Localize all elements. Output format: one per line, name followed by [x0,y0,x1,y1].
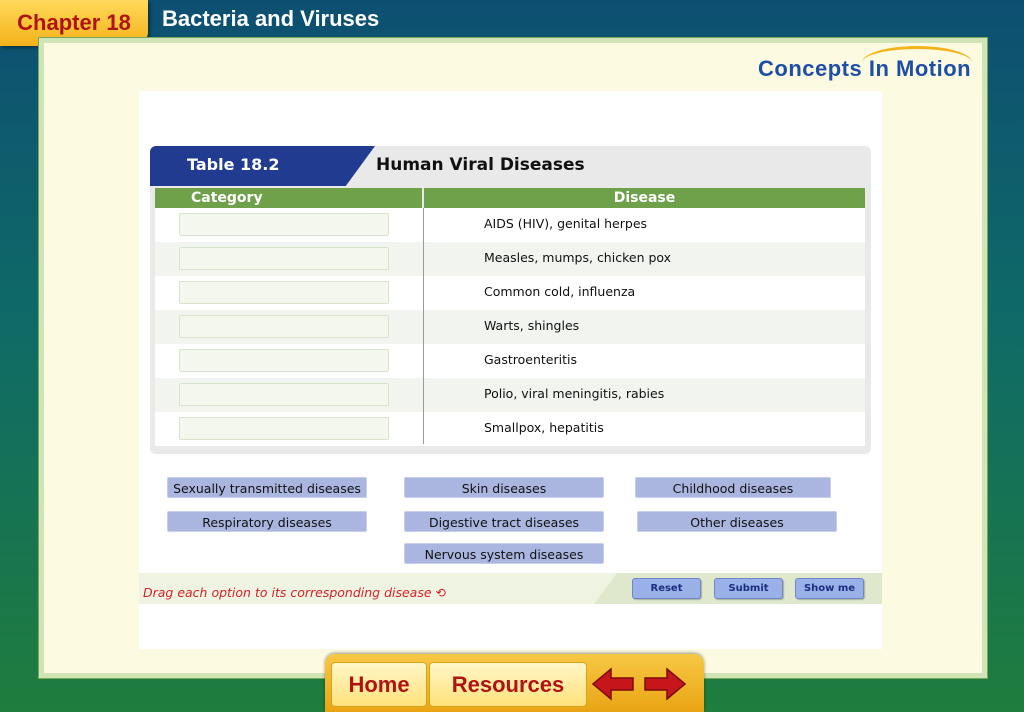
table-title: Human Viral Diseases [376,155,585,175]
disease-table: Table 18.2 Human Viral Diseases Category… [150,146,871,454]
resources-button[interactable]: Resources [429,662,587,707]
option-respiratory-diseases[interactable]: Respiratory diseases [167,511,367,532]
option-other-diseases[interactable]: Other diseases [637,511,837,532]
disease-cell: Warts, shingles [484,318,580,333]
table-number-badge: Table 18.2 [150,146,375,186]
category-drop-target[interactable] [179,213,389,236]
back-arrow-icon[interactable] [591,666,635,702]
disease-cell: Common cold, influenza [484,284,636,299]
table-header: Table 18.2 Human Viral Diseases [150,146,871,186]
table-row: Polio, viral meningitis, rabies [155,378,865,412]
category-drop-target[interactable] [179,315,389,338]
column-header-category: Category [155,188,422,208]
table-row: Warts, shingles [155,310,865,344]
category-drop-target[interactable] [179,383,389,406]
table-row: AIDS (HIV), genital herpes [155,208,865,242]
option-childhood-diseases[interactable]: Childhood diseases [635,477,831,498]
home-button[interactable]: Home [331,662,427,707]
option-sexually-transmitted-diseases[interactable]: Sexually transmitted diseases [167,477,367,498]
option-digestive-tract-diseases[interactable]: Digestive tract diseases [404,511,604,532]
chapter-label: Chapter 18 [17,10,131,35]
column-header-disease: Disease [424,188,865,208]
category-drop-target[interactable] [179,417,389,440]
option-skin-diseases[interactable]: Skin diseases [404,477,604,498]
category-drop-target[interactable] [179,247,389,270]
forward-arrow-icon[interactable] [643,666,687,702]
home-label: Home [348,671,410,697]
disease-cell: Gastroenteritis [484,352,577,367]
category-drop-target[interactable] [179,281,389,304]
resources-label: Resources [451,671,565,697]
disease-cell: AIDS (HIV), genital herpes [484,216,648,231]
show-me-button[interactable]: Show me [795,578,864,599]
table-number: Table 18.2 [187,155,280,174]
instruction-label: Drag each option to its corresponding di… [143,585,432,600]
disease-cell: Measles, mumps, chicken pox [484,250,672,265]
concepts-in-motion-logo: Concepts In Motion [758,46,978,92]
submit-button[interactable]: Submit [714,578,783,599]
instruction-text: Drag each option to its corresponding di… [143,585,446,600]
option-nervous-system-diseases[interactable]: Nervous system diseases [404,543,604,564]
page-title: Bacteria and Viruses [162,6,380,31]
category-drop-target[interactable] [179,349,389,372]
activity-panel: Table 18.2 Human Viral Diseases Category… [139,91,882,649]
column-divider [423,208,424,444]
table-row: Gastroenteritis [155,344,865,378]
reset-button[interactable]: Reset [632,578,701,599]
table-rows: AIDS (HIV), genital herpes Measles, mump… [155,208,865,446]
cycle-arrow-icon: ⟲ [435,585,447,600]
table-row: Measles, mumps, chicken pox [155,242,865,276]
bottom-nav: Home Resources [325,654,704,712]
logo-text: Concepts In Motion [758,56,972,81]
table-row: Smallpox, hepatitis [155,412,865,446]
disease-cell: Smallpox, hepatitis [484,420,604,435]
table-row: Common cold, influenza [155,276,865,310]
disease-cell: Polio, viral meningitis, rabies [484,386,665,401]
